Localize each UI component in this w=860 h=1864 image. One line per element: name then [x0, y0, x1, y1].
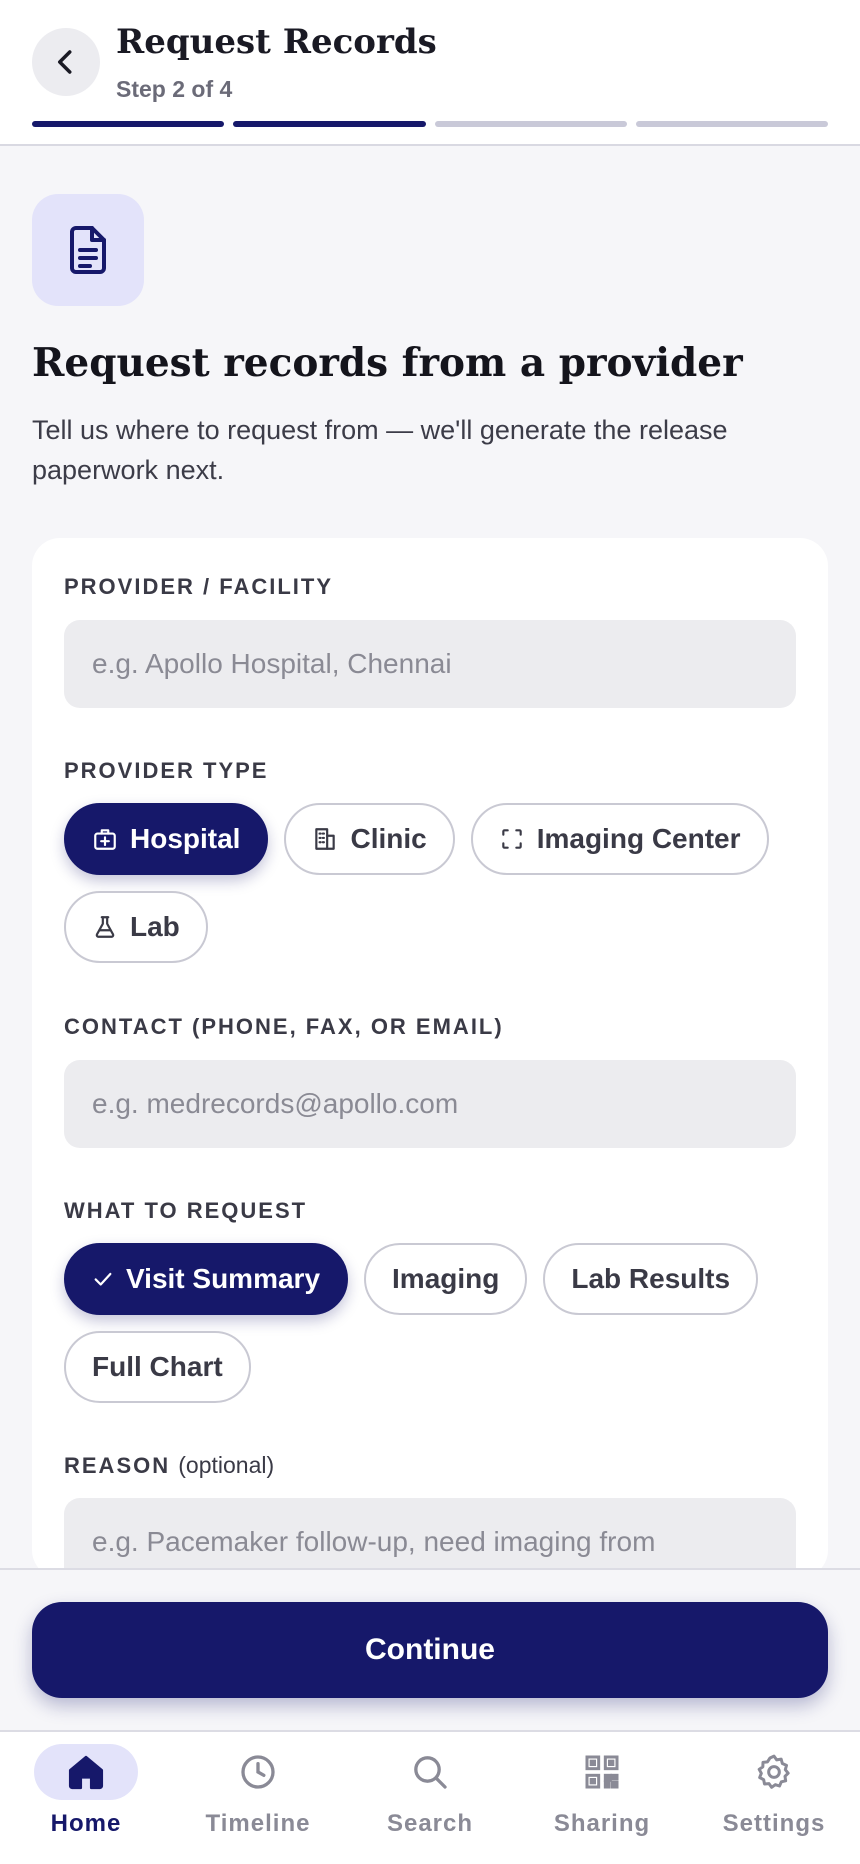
- continue-button[interactable]: Continue: [32, 1602, 828, 1698]
- provider-input[interactable]: [64, 620, 796, 708]
- nav-label: Timeline: [205, 1810, 311, 1837]
- chip-hospital[interactable]: Hospital: [64, 803, 269, 875]
- contact-label: CONTACT (PHONE, FAX, OR EMAIL): [64, 1014, 504, 1039]
- nav-item-search[interactable]: Search: [344, 1732, 516, 1864]
- step-indicator: Step 2 of 4: [116, 76, 233, 102]
- scan-icon: [501, 829, 522, 849]
- checkmark-icon: [94, 1272, 112, 1286]
- chip-label: Visit Summary: [126, 1263, 321, 1294]
- home-icon: [68, 1755, 104, 1790]
- page-subtitle: Tell us where to request from — we'll ge…: [32, 415, 728, 485]
- back-button[interactable]: [32, 28, 100, 96]
- search-icon: [414, 1756, 447, 1789]
- chip-label: Clinic: [350, 823, 427, 854]
- provider-type-label: PROVIDER TYPE: [64, 758, 269, 783]
- page-header-title: Request Records: [116, 22, 437, 62]
- nav-item-timeline[interactable]: Timeline: [172, 1732, 344, 1864]
- gear-icon: [757, 1754, 790, 1789]
- chip-imaging-center[interactable]: Imaging Center: [470, 803, 769, 875]
- chip-label: Hospital: [130, 823, 241, 854]
- nav-label: Home: [50, 1810, 122, 1837]
- header: Request Records Step 2 of 4: [0, 0, 860, 146]
- nav-icon-pill: [722, 1744, 826, 1800]
- chip-lab[interactable]: Lab: [64, 891, 208, 963]
- building-icon: [315, 828, 336, 850]
- chip-label: Full Chart: [92, 1351, 223, 1382]
- progress-segment-1: [32, 121, 225, 127]
- provider-label: PROVIDER / FACILITY: [64, 574, 334, 599]
- nav-icon-pill: [378, 1744, 482, 1800]
- request-items-label: WHAT TO REQUEST: [64, 1198, 308, 1223]
- document-icon-tile: [32, 194, 144, 306]
- nav-icon-pill: [34, 1744, 138, 1800]
- request-items-chips: Visit Summary Imaging Lab Results Full C…: [64, 1243, 804, 1403]
- chevron-left-icon: [58, 50, 72, 74]
- chip-label: Lab: [130, 911, 180, 942]
- chip-label: Lab Results: [571, 1263, 731, 1294]
- clock-icon: [241, 1755, 275, 1789]
- page-title: Request records from a provider: [32, 340, 743, 386]
- flask-icon: [95, 916, 115, 938]
- chip-imaging[interactable]: Imaging: [364, 1243, 528, 1315]
- qr-code-icon: [585, 1755, 619, 1789]
- chip-label: Imaging: [392, 1263, 500, 1294]
- progress-segment-2: [233, 121, 426, 127]
- document-icon: [70, 226, 106, 274]
- progress-segment-3: [434, 121, 627, 127]
- chip-label: Imaging Center: [536, 823, 741, 854]
- contact-input[interactable]: [64, 1060, 796, 1148]
- reason-label-text: REASON: [64, 1453, 171, 1478]
- chip-visit-summary[interactable]: Visit Summary: [64, 1243, 349, 1315]
- nav-icon-pill: [206, 1744, 310, 1800]
- nav-item-settings[interactable]: Settings: [688, 1732, 860, 1864]
- chip-lab-results[interactable]: Lab Results: [543, 1243, 759, 1315]
- hospital-icon: [94, 829, 116, 850]
- nav-label: Search: [386, 1810, 474, 1837]
- progress-segment-4: [635, 121, 828, 127]
- step-progress-bar: [32, 121, 828, 127]
- bottom-nav: Home Timeline Search Sharing Settings: [0, 1730, 860, 1864]
- chip-full-chart[interactable]: Full Chart: [64, 1331, 251, 1403]
- nav-icon-pill: [550, 1744, 654, 1800]
- reason-label: REASON (optional): [64, 1452, 274, 1479]
- nav-item-sharing[interactable]: Sharing: [516, 1732, 688, 1864]
- nav-item-home[interactable]: Home: [0, 1732, 172, 1864]
- provider-type-chips: Hospital Clinic Imaging Center Lab: [64, 803, 804, 963]
- nav-label: Settings: [722, 1810, 826, 1837]
- optional-tag: (optional): [178, 1452, 275, 1478]
- request-form-card: PROVIDER / FACILITY PROVIDER TYPE Hospit…: [32, 538, 828, 1586]
- chip-clinic[interactable]: Clinic: [284, 803, 455, 875]
- nav-label: Sharing: [553, 1810, 651, 1837]
